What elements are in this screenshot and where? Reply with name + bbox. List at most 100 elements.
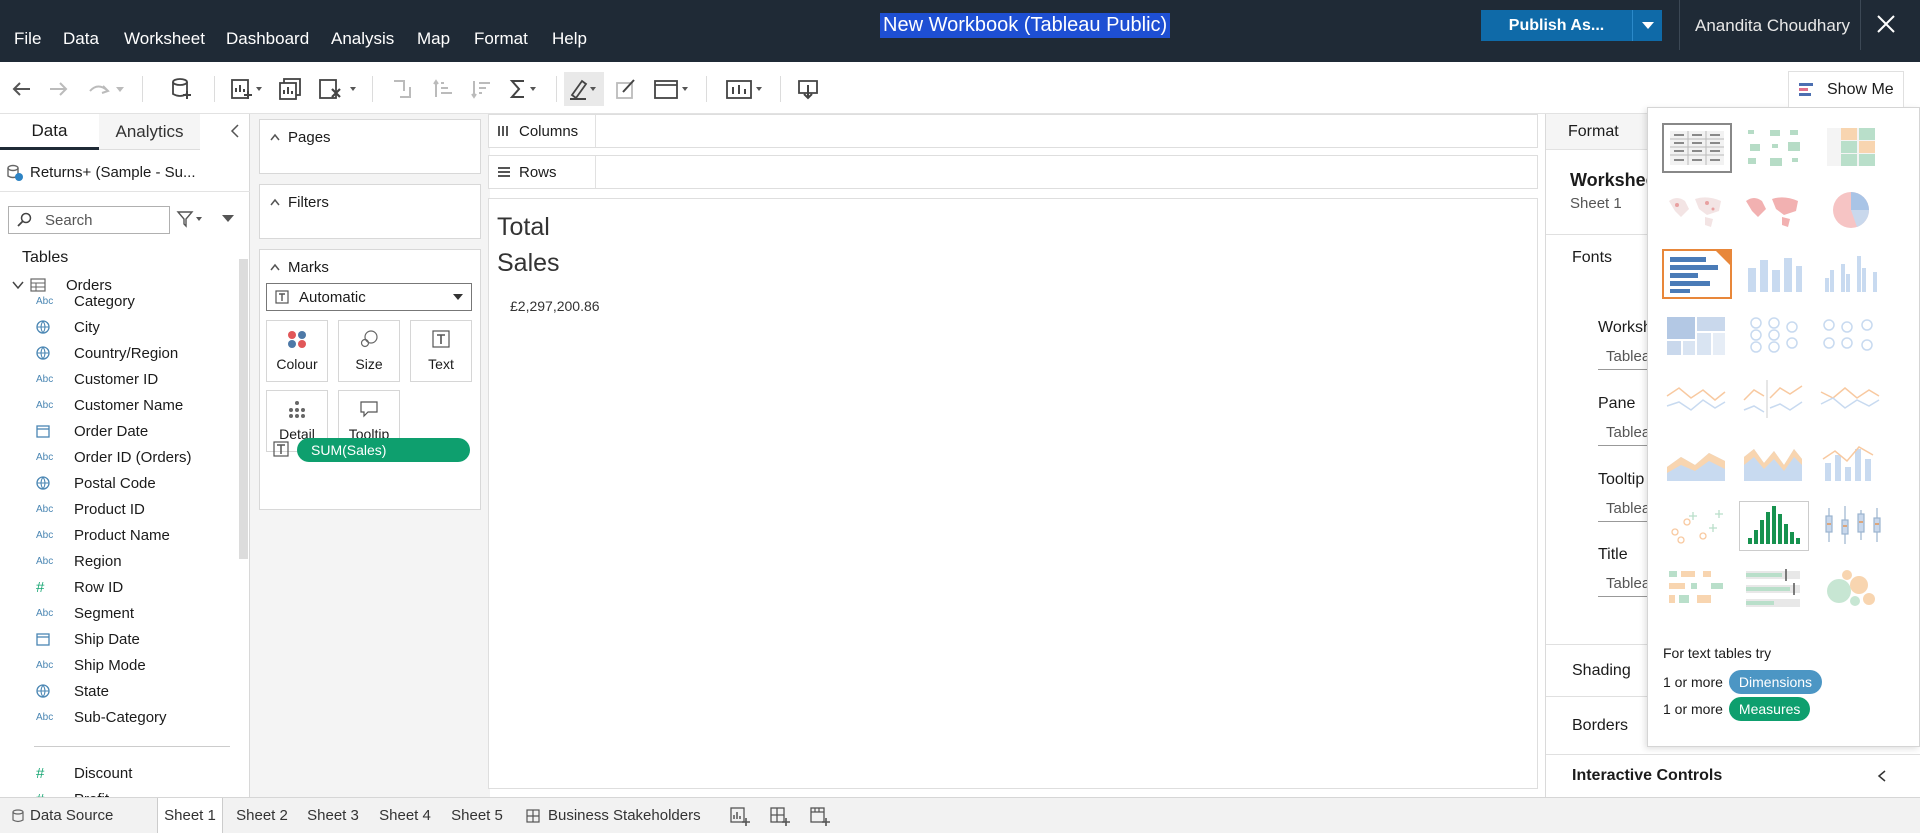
tab-sheet-1[interactable]: Sheet 1	[157, 798, 223, 833]
field-item[interactable]: Abc Product ID	[36, 498, 145, 520]
columns-shelf[interactable]: Columns	[488, 114, 1538, 148]
group-members-icon[interactable]	[614, 76, 638, 102]
field-item[interactable]: Postal Code	[36, 472, 156, 494]
menu-file[interactable]: File	[14, 29, 41, 49]
search-input[interactable]: Search	[8, 206, 170, 234]
replay-icon[interactable]	[88, 76, 128, 102]
presentation-mode-icon[interactable]	[724, 76, 766, 102]
field-item[interactable]: Order Date	[36, 420, 148, 442]
field-item[interactable]: Ship Date	[36, 628, 140, 650]
text-button[interactable]: Text	[410, 320, 472, 382]
chart-treemap[interactable]	[1662, 312, 1732, 362]
fit-icon[interactable]	[652, 76, 692, 102]
menu-analysis[interactable]: Analysis	[331, 29, 394, 49]
field-item[interactable]: Country/Region	[36, 342, 178, 364]
field-item[interactable]: Abc Category	[36, 290, 135, 312]
chevron-down-icon[interactable]	[222, 215, 234, 223]
scrollbar[interactable]	[239, 259, 248, 559]
chart-histogram[interactable]	[1739, 501, 1809, 551]
pages-card[interactable]: Pages	[259, 119, 481, 174]
tab-analytics[interactable]: Analytics	[99, 114, 200, 150]
chart-dual-lines[interactable]	[1816, 375, 1886, 425]
tab-sheet-5[interactable]: Sheet 5	[444, 798, 510, 833]
chart-stacked-bars[interactable]	[1739, 249, 1809, 299]
view-canvas[interactable]: Total Sales £2,297,200.86	[488, 198, 1538, 789]
field-item[interactable]: Abc Product Name	[36, 524, 170, 546]
chart-symbol-map[interactable]	[1662, 186, 1732, 236]
field-item[interactable]: Abc Region	[36, 550, 122, 572]
workbook-title[interactable]: New Workbook (Tableau Public)	[880, 13, 1171, 38]
tab-dashboard[interactable]: Business Stakeholders	[526, 798, 716, 833]
redo-icon[interactable]	[48, 76, 70, 102]
sort-ascending-icon[interactable]	[432, 76, 456, 102]
swap-rows-columns-icon[interactable]	[390, 76, 414, 102]
new-story-tab-icon[interactable]	[810, 798, 832, 833]
chart-dual-combination[interactable]	[1816, 438, 1886, 488]
filter-icon[interactable]	[176, 210, 204, 228]
chart-side-by-side-bars[interactable]	[1816, 249, 1886, 299]
chart-circle-views[interactable]	[1739, 312, 1809, 362]
field-item[interactable]: Abc Customer ID	[36, 368, 158, 390]
field-item[interactable]: Abc Customer Name	[36, 394, 183, 416]
mark-type-select[interactable]: Automatic	[266, 283, 472, 311]
close-icon[interactable]	[1876, 14, 1896, 34]
menu-dashboard[interactable]: Dashboard	[226, 29, 309, 49]
new-worksheet-tab-icon[interactable]	[730, 798, 752, 833]
chart-bullet-graph[interactable]	[1739, 564, 1809, 614]
size-button[interactable]: Size	[338, 320, 400, 382]
chart-lines-discrete[interactable]	[1739, 375, 1809, 425]
field-item[interactable]: Abc Segment	[36, 602, 134, 624]
new-dashboard-tab-icon[interactable]	[770, 798, 792, 833]
highlight-icon[interactable]	[564, 72, 604, 106]
tab-sheet-3[interactable]: Sheet 3	[300, 798, 366, 833]
tab-data[interactable]: Data	[0, 114, 99, 150]
filters-card[interactable]: Filters	[259, 184, 481, 239]
menu-format[interactable]: Format	[474, 29, 528, 49]
menu-map[interactable]: Map	[417, 29, 450, 49]
field-item[interactable]: City	[36, 316, 100, 338]
chevron-left-icon[interactable]	[229, 123, 241, 139]
tab-data-source[interactable]: Data Source	[12, 798, 122, 833]
menu-data[interactable]: Data	[63, 29, 99, 49]
chart-highlight-table[interactable]	[1816, 123, 1886, 173]
menu-worksheet[interactable]: Worksheet	[124, 29, 205, 49]
field-item[interactable]: # Discount	[36, 762, 132, 784]
field-item[interactable]: State	[36, 680, 109, 702]
total-sales-value[interactable]: £2,297,200.86	[510, 298, 600, 314]
chart-area-discrete[interactable]	[1739, 438, 1809, 488]
rows-shelf[interactable]: Rows	[488, 155, 1538, 189]
chart-text-table[interactable]	[1662, 123, 1732, 173]
tab-sheet-2[interactable]: Sheet 2	[229, 798, 295, 833]
chart-lines-continuous[interactable]	[1662, 375, 1732, 425]
undo-icon[interactable]	[10, 76, 32, 102]
chart-horizontal-bars[interactable]	[1662, 249, 1732, 299]
field-item[interactable]: Abc Sub-Category	[36, 706, 167, 728]
publish-as-button[interactable]: Publish As...	[1481, 10, 1632, 41]
interactive-controls-section[interactable]: Interactive Controls	[1546, 754, 1920, 797]
chart-scatter-plot[interactable]	[1662, 501, 1732, 551]
new-data-source-icon[interactable]	[170, 76, 194, 102]
user-name[interactable]: Anandita Choudhary	[1695, 16, 1850, 36]
menu-help[interactable]: Help	[552, 29, 587, 49]
chart-heat-map[interactable]	[1739, 123, 1809, 173]
chart-gantt[interactable]	[1662, 564, 1732, 614]
field-item[interactable]: # Row ID	[36, 576, 123, 598]
sort-descending-icon[interactable]	[470, 76, 494, 102]
download-icon[interactable]	[796, 76, 820, 102]
chart-packed-bubbles[interactable]	[1816, 564, 1886, 614]
chart-box-and-whisker[interactable]	[1816, 501, 1886, 551]
colour-button[interactable]: Colour	[266, 320, 328, 382]
chart-pie[interactable]	[1816, 186, 1886, 236]
data-source-item[interactable]: Returns+ (Sample - Su...	[0, 154, 250, 192]
publish-dropdown-button[interactable]	[1632, 10, 1662, 41]
sheet-title[interactable]: Total Sales	[497, 209, 617, 281]
sum-sales-pill[interactable]: SUM(Sales)	[297, 438, 470, 462]
field-item[interactable]: Abc Ship Mode	[36, 654, 146, 676]
chart-side-by-side-circles[interactable]	[1816, 312, 1886, 362]
field-item[interactable]: Abc Order ID (Orders)	[36, 446, 192, 468]
tab-sheet-4[interactable]: Sheet 4	[372, 798, 438, 833]
show-me-button[interactable]: Show Me	[1788, 71, 1904, 107]
totals-icon[interactable]	[508, 76, 542, 102]
clear-sheet-icon[interactable]	[318, 76, 358, 102]
chart-filled-map[interactable]	[1739, 186, 1809, 236]
